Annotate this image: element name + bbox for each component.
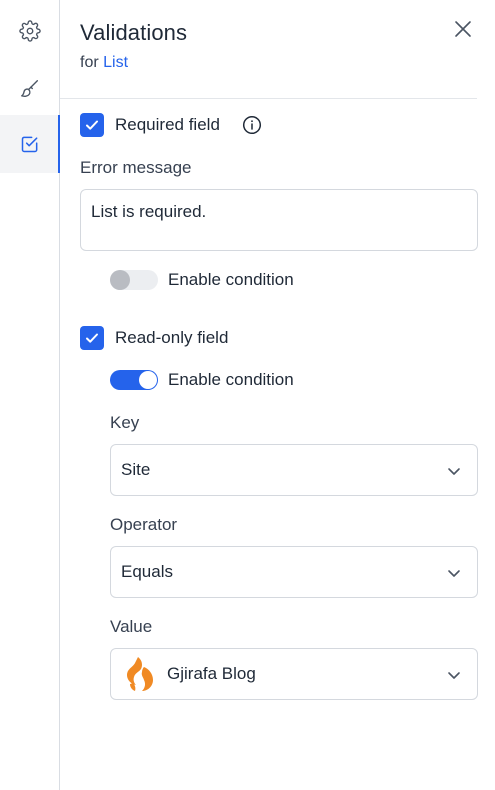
subtitle-prefix: for [80,54,99,71]
toggle-knob [139,371,157,389]
operator-label: Operator [110,515,178,534]
panel-subtitle: for List [80,54,128,72]
header-divider [60,98,477,99]
validations-panel: Validations for List Required field Erro… [60,0,495,790]
subtitle-field-link[interactable]: List [103,54,128,71]
key-label: Key [110,413,140,432]
readonly-field-label: Read-only field [115,328,229,347]
checkmark-icon [86,120,98,130]
required-field-checkbox[interactable] [80,113,104,137]
readonly-condition-label: Enable condition [168,370,294,389]
key-select-value: Site [121,460,151,479]
close-icon [455,21,471,37]
value-label: Value [110,617,153,636]
gear-icon [18,20,41,42]
key-select[interactable]: Site [110,444,478,496]
chevron-down-icon [448,570,460,577]
operator-select[interactable]: Equals [110,546,478,598]
brush-icon [20,80,38,97]
readonly-condition-toggle[interactable] [110,370,158,390]
error-message-label: Error message [80,158,192,177]
value-select-value: Gjirafa Blog [167,664,256,683]
chevron-down-icon [448,672,460,679]
gjirafa-logo [127,657,153,691]
rail-validations-button[interactable] [0,115,60,173]
required-condition-toggle[interactable] [110,270,158,290]
operator-select-value: Equals [121,562,173,581]
required-field-label: Required field [115,115,220,134]
toggle-knob [110,270,130,290]
value-select[interactable]: Gjirafa Blog [110,648,478,700]
info-icon[interactable] [242,115,262,135]
checkmark-icon [86,333,98,343]
side-rail [0,0,60,790]
validation-check-icon [21,136,37,153]
required-condition-label: Enable condition [168,270,294,289]
panel-title: Validations [80,20,188,45]
readonly-field-checkbox[interactable] [80,326,104,350]
close-button[interactable] [452,18,474,40]
error-message-input[interactable]: List is required. [80,189,478,251]
rail-settings-button[interactable] [0,2,59,60]
rail-style-button[interactable] [0,60,59,118]
chevron-down-icon [448,468,460,475]
